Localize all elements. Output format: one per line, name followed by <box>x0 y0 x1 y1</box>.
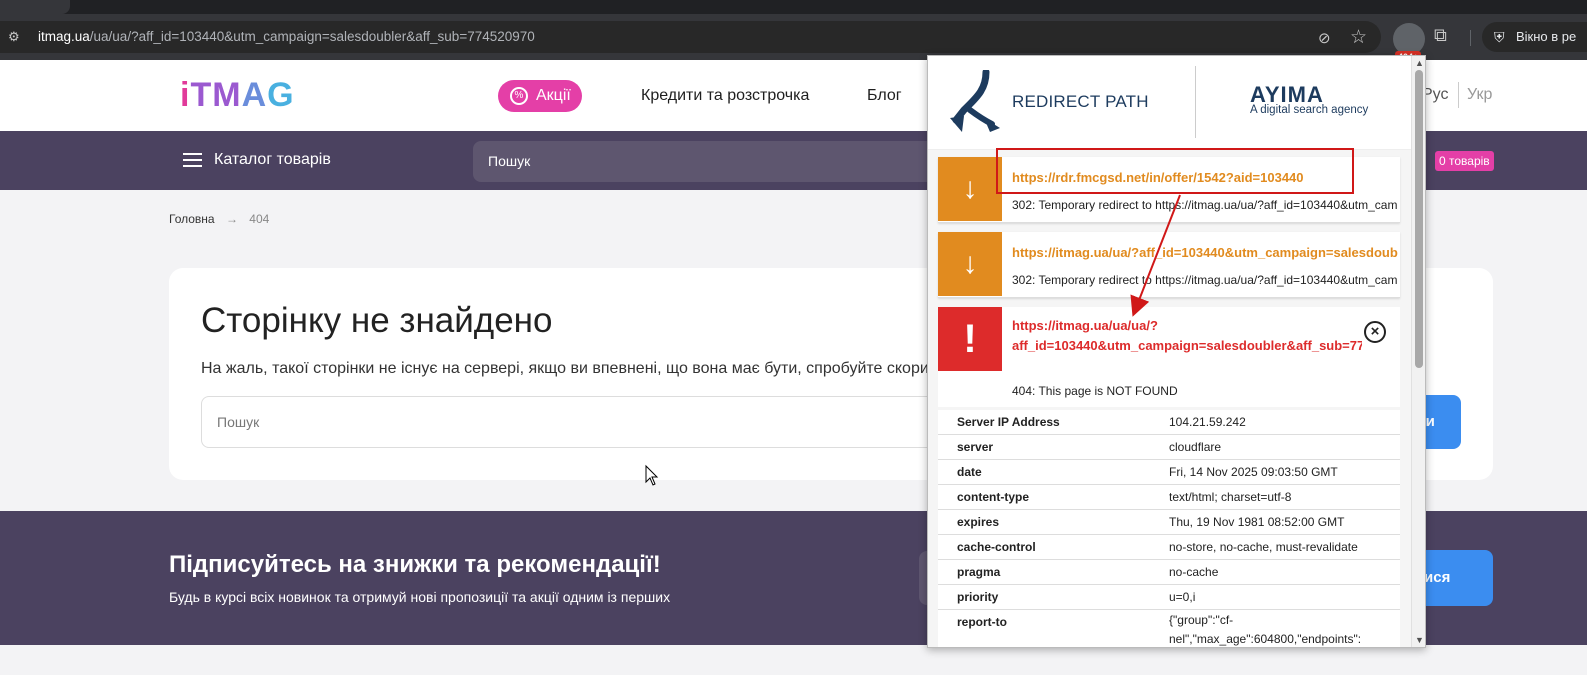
header-value: text/html; charset=utf-8 <box>1169 490 1292 504</box>
browser-toolbar: ⚙ itmag.ua/ua/ua/?aff_id=103440&utm_camp… <box>0 14 1587 63</box>
promo-label: Акції <box>536 87 571 104</box>
header-row: server cloudflare <box>938 435 1400 460</box>
bookmark-star-icon[interactable]: ☆ <box>1350 26 1367 49</box>
header-row: report-to {"group":"cf-nel","max_age":604… <box>938 610 1400 647</box>
annotation-highlight-box <box>996 148 1354 194</box>
url-path: /ua/ua/?aff_id=103440&utm_campaign=sales… <box>89 29 535 44</box>
breadcrumb-arrow-icon: → <box>225 212 238 226</box>
page-title: Сторінку не знайдено <box>201 301 553 340</box>
not-found-description: На жаль, такої сторінки не існує на серв… <box>201 360 961 377</box>
header-name: report-to <box>957 615 1007 629</box>
arrow-down-icon: ↓ <box>938 157 1002 221</box>
toolbar-divider <box>1470 30 1471 46</box>
header-name: cache-control <box>957 540 1036 554</box>
popup-body: ↓ https://rdr.fmcgsd.net/in/offer/1542?a… <box>928 150 1411 647</box>
response-headers-table: Server IP Address 104.21.59.242 server clo… <box>938 410 1400 647</box>
hop-status-text: 302: Temporary redirect to https://itmag… <box>1012 198 1398 212</box>
newsletter-title: Підписуйтесь на знижки та рекомендації! <box>169 551 661 578</box>
lang-uk-link[interactable]: Укр <box>1467 86 1492 104</box>
breadcrumb-home-link[interactable]: Головна <box>169 212 215 226</box>
header-row: Server IP Address 104.21.59.242 <box>938 410 1400 435</box>
url-host: itmag.ua <box>38 29 90 44</box>
logo-letter: T <box>190 76 213 114</box>
newsletter-subtitle: Будь в курсі всіх новинок та отримуй нов… <box>169 589 671 605</box>
header-value: Fri, 14 Nov 2025 09:03:50 GMT <box>1169 465 1338 479</box>
close-circle-icon[interactable]: × <box>1364 321 1386 343</box>
header-value: cloudflare <box>1169 440 1222 454</box>
header-row: cache-control no-store, no-cache, must-re… <box>938 535 1400 560</box>
scroll-up-arrow-icon[interactable]: ▲ <box>1415 58 1424 68</box>
hop-status-text: 404: This page is NOT FOUND <box>1012 384 1178 398</box>
header-name: priority <box>957 590 999 604</box>
hop-url-link[interactable]: https://itmag.ua/ua/?aff_id=103440&utm_c… <box>1012 245 1398 260</box>
nav-blog-link[interactable]: Блог <box>867 87 902 105</box>
header-row: expires Thu, 19 Nov 1981 08:52:00 GMT <box>938 510 1400 535</box>
header-name: pragma <box>957 565 1001 579</box>
error-exclamation-icon: ! <box>938 307 1002 371</box>
header-value: {"group":"cf-nel","max_age":604800,"endp… <box>1169 613 1362 646</box>
header-value: u=0,i <box>1169 590 1196 604</box>
ayima-tagline: A digital search agency <box>1250 104 1369 116</box>
cart-count-badge[interactable]: 0 товарів <box>1435 151 1494 171</box>
promo-button[interactable]: % Акції <box>498 80 582 112</box>
hop-status-text: 302: Temporary redirect to https://itmag… <box>1012 273 1398 287</box>
nav-credit-link[interactable]: Кредити та розстрочка <box>641 87 809 105</box>
popup-header: REDIRECT PATH AYIMA A digital search age… <box>928 56 1411 150</box>
logo-letter: A <box>241 76 268 114</box>
logo-letter: G <box>267 76 295 114</box>
header-name: expires <box>957 515 1000 529</box>
percent-icon: % <box>510 87 528 105</box>
hop-url-link[interactable]: https://itmag.ua/ua/ua/?aff_id=103440&ut… <box>1012 316 1362 355</box>
breadcrumb: Головна → 404 <box>169 212 269 226</box>
redirect-hop[interactable]: ↓ https://itmag.ua/ua/?aff_id=103440&utm… <box>938 232 1400 298</box>
scroll-thumb[interactable] <box>1415 70 1423 368</box>
header-search-input[interactable]: Пошук <box>473 141 953 182</box>
incognito-icon: ⛨ <box>1494 29 1505 45</box>
header-row: date Fri, 14 Nov 2025 09:03:50 GMT <box>938 460 1400 485</box>
lang-divider <box>1458 82 1459 108</box>
extensions-puzzle-icon[interactable]: ⧉ <box>1434 25 1447 46</box>
profile-label: Вікно в ре <box>1516 29 1577 44</box>
active-tab[interactable] <box>0 0 70 14</box>
itmag-logo[interactable]: iTMAG <box>180 76 295 115</box>
tab-strip <box>0 0 1587 14</box>
header-value: 104.21.59.242 <box>1169 415 1246 429</box>
redirect-path-popup: REDIRECT PATH AYIMA A digital search age… <box>927 55 1426 648</box>
scroll-down-arrow-icon[interactable]: ▼ <box>1415 635 1424 645</box>
redirect-path-brand: REDIRECT PATH <box>1012 92 1149 111</box>
eye-off-icon[interactable]: ⊘ <box>1318 29 1331 47</box>
profile-button[interactable]: ⛨ Вікно в ре <box>1482 22 1587 52</box>
header-value: no-cache <box>1169 565 1219 579</box>
breadcrumb-current: 404 <box>249 212 270 226</box>
url-text[interactable]: itmag.ua/ua/ua/?aff_id=103440&utm_campai… <box>38 29 535 44</box>
header-name: server <box>957 440 994 454</box>
header-divider <box>1195 66 1196 138</box>
mouse-cursor-icon <box>645 464 659 486</box>
header-row: pragma no-cache <box>938 560 1400 585</box>
page-below <box>0 645 1587 675</box>
popup-scrollbar[interactable]: ▲ ▼ <box>1411 56 1425 647</box>
not-found-hop[interactable]: ! https://itmag.ua/ua/ua/?aff_id=103440&… <box>938 307 1400 407</box>
hamburger-icon[interactable] <box>183 153 202 167</box>
redirect-path-logo-icon <box>950 70 1000 132</box>
header-value: no-store, no-cache, must-revalidate <box>1169 540 1358 554</box>
not-found-search-input[interactable]: Пошук <box>201 396 961 448</box>
header-row: priority u=0,i <box>938 585 1400 610</box>
logo-letter: M <box>212 76 242 114</box>
header-name: content-type <box>957 490 1029 504</box>
catalog-button[interactable]: Каталог товарів <box>214 151 331 169</box>
arrow-down-icon: ↓ <box>938 232 1002 296</box>
address-bar[interactable]: ⚙ itmag.ua/ua/ua/?aff_id=103440&utm_camp… <box>0 21 1381 53</box>
header-name: date <box>957 465 982 479</box>
header-value: Thu, 19 Nov 1981 08:52:00 GMT <box>1169 515 1345 529</box>
logo-letter: i <box>180 76 191 114</box>
header-row: content-type text/html; charset=utf-8 <box>938 485 1400 510</box>
header-name: Server IP Address <box>957 415 1060 429</box>
site-settings-icon[interactable]: ⚙ <box>8 30 24 44</box>
